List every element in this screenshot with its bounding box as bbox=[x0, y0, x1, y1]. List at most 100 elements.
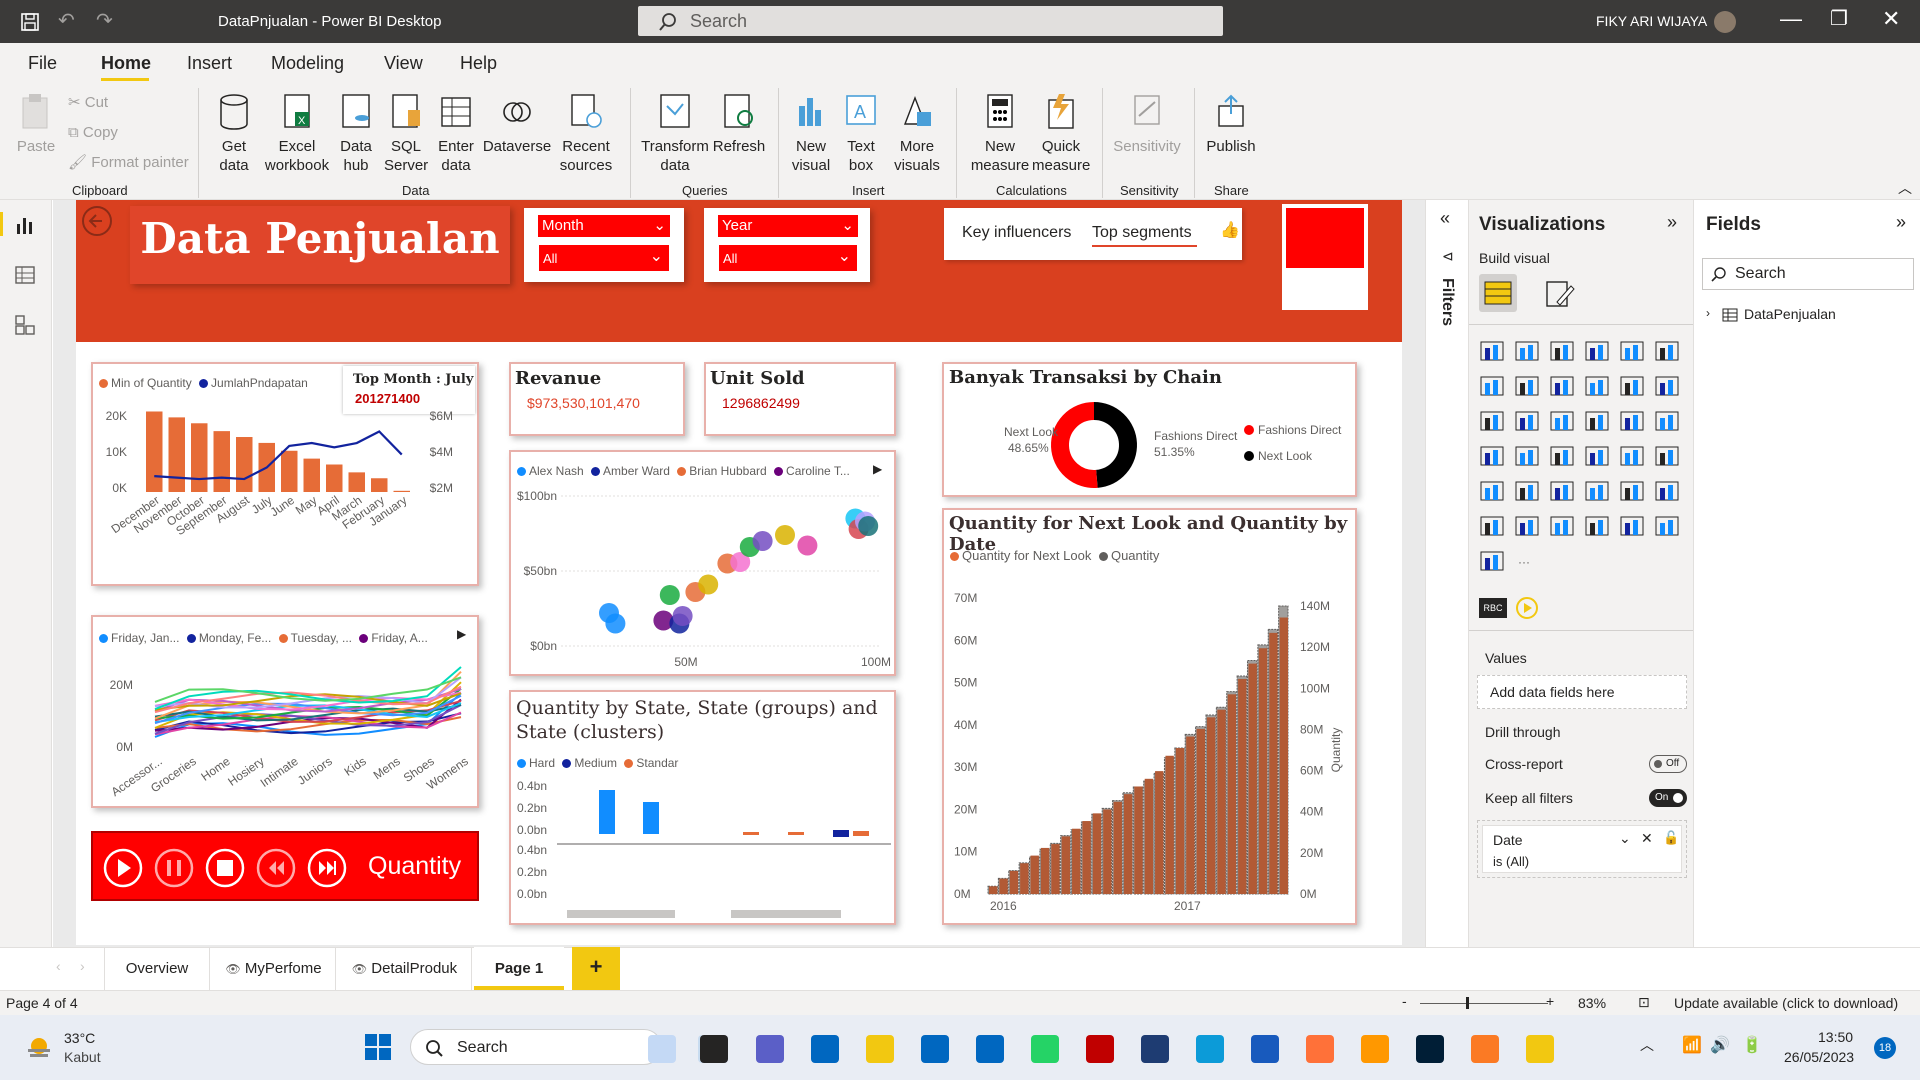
prev-page-icon[interactable]: ‹ bbox=[56, 958, 61, 974]
clear-filter-icon[interactable]: ✕ bbox=[1641, 830, 1653, 847]
file-explorer-icon[interactable] bbox=[866, 1035, 894, 1063]
table-datapenjualan[interactable]: DataPenjualan bbox=[1744, 306, 1836, 322]
zoom-slider[interactable] bbox=[1420, 1003, 1548, 1004]
filters-pane-collapsed[interactable]: « ⊲ Filters bbox=[1425, 200, 1468, 990]
back-arrow-icon[interactable] bbox=[80, 204, 114, 238]
lock-icon[interactable]: 🔓 bbox=[1663, 830, 1679, 846]
fields-search-input[interactable]: Search bbox=[1702, 258, 1914, 290]
tab-detailproduk[interactable]: 👁 DetailProduk bbox=[338, 947, 472, 990]
mcafee-icon[interactable] bbox=[1086, 1035, 1114, 1063]
show-hidden-icons[interactable]: ︿ bbox=[1640, 1035, 1654, 1055]
weather-icon[interactable] bbox=[24, 1033, 54, 1063]
menu-help[interactable]: Help bbox=[460, 53, 497, 74]
play-icon[interactable] bbox=[103, 848, 143, 888]
data-view-icon[interactable] bbox=[14, 264, 36, 286]
quantity-by-state-card[interactable]: Quantity by State, State (groups) and St… bbox=[509, 690, 896, 925]
photoshop-icon[interactable] bbox=[1416, 1035, 1444, 1063]
stop-icon[interactable] bbox=[205, 848, 245, 888]
volume-icon[interactable]: 🔊 bbox=[1710, 1035, 1730, 1055]
sublime-icon[interactable] bbox=[1361, 1035, 1389, 1063]
mail-icon[interactable] bbox=[811, 1035, 839, 1063]
whatsapp-icon[interactable] bbox=[1031, 1035, 1059, 1063]
tab-top-segments[interactable]: Top segments bbox=[1092, 224, 1192, 242]
store-icon[interactable] bbox=[921, 1035, 949, 1063]
month-slicer[interactable]: Month ⌄ All ⌄ bbox=[524, 208, 684, 282]
collapse-fields-icon[interactable]: » bbox=[1896, 212, 1906, 233]
model-view-icon[interactable] bbox=[14, 314, 36, 336]
build-visual-tab[interactable] bbox=[1479, 274, 1517, 312]
clock-time[interactable]: 13:50 bbox=[1818, 1029, 1853, 1045]
more-visuals-button[interactable]: More visuals bbox=[888, 92, 946, 175]
sql-server-button[interactable]: SQL Server bbox=[384, 92, 428, 175]
zoom-level[interactable]: 83% bbox=[1578, 995, 1606, 1011]
word-icon[interactable] bbox=[1251, 1035, 1279, 1063]
recent-sources-button[interactable]: Recent sources bbox=[554, 92, 618, 175]
windows-start-icon[interactable] bbox=[364, 1033, 392, 1061]
tab-myperfome[interactable]: 👁 MyPerfome bbox=[212, 947, 336, 990]
format-painter-button[interactable]: 🖌 Format painter bbox=[68, 153, 189, 172]
copilot-icon[interactable] bbox=[648, 1035, 676, 1063]
tab-page-1[interactable]: Page 1 bbox=[474, 947, 564, 990]
quantity-by-month-card[interactable]: Min of Quantity JumlahPndapatan Top Mont… bbox=[91, 362, 479, 586]
new-measure-button[interactable]: New measure bbox=[966, 92, 1034, 175]
refresh-button[interactable]: Refresh bbox=[712, 92, 766, 156]
thumbs-up-icon[interactable]: 👍 bbox=[1220, 220, 1240, 240]
minimize-icon[interactable]: — bbox=[1780, 6, 1802, 32]
get-data-button[interactable]: Get data bbox=[210, 92, 258, 175]
undo-icon[interactable]: ↶ bbox=[58, 8, 75, 33]
report-view-icon[interactable] bbox=[14, 214, 36, 236]
zoom-out-icon[interactable]: - bbox=[1402, 993, 1407, 1009]
firefox-icon[interactable] bbox=[1306, 1035, 1334, 1063]
restore-icon[interactable]: ❐ bbox=[1830, 6, 1848, 31]
save-icon[interactable] bbox=[20, 12, 40, 32]
custom-visual-icon[interactable]: RBC bbox=[1479, 598, 1507, 618]
year-slicer-dropdown[interactable]: All ⌄ bbox=[718, 244, 858, 272]
sensitivity-button[interactable]: Sensitivity bbox=[1110, 92, 1184, 156]
taskbar-search[interactable]: Search bbox=[410, 1029, 662, 1065]
menu-file[interactable]: File bbox=[28, 53, 57, 74]
next-icon[interactable] bbox=[307, 848, 347, 888]
publish-button[interactable]: Publish bbox=[1202, 92, 1260, 156]
close-icon[interactable]: ✕ bbox=[1882, 6, 1900, 32]
tab-overview[interactable]: Overview bbox=[104, 947, 210, 990]
play-axis[interactable]: Quantity bbox=[91, 831, 479, 901]
paste-button[interactable]: Paste bbox=[14, 92, 58, 156]
wifi-icon[interactable]: 📶 bbox=[1682, 1035, 1702, 1055]
l-app-icon[interactable] bbox=[976, 1035, 1004, 1063]
xampp-icon[interactable] bbox=[1471, 1035, 1499, 1063]
pause-icon[interactable] bbox=[154, 848, 194, 888]
menu-modeling[interactable]: Modeling bbox=[271, 53, 344, 74]
dev-app-icon[interactable] bbox=[1141, 1035, 1169, 1063]
collapse-visualizations-icon[interactable]: » bbox=[1667, 212, 1677, 233]
transactions-by-chain-card[interactable]: Banyak Transaksi by Chain Next Look 48.65… bbox=[942, 362, 1357, 497]
teams-icon[interactable] bbox=[756, 1035, 784, 1063]
date-filter-card[interactable]: Date is (All) ⌄ ✕ 🔓 bbox=[1482, 825, 1682, 873]
next-page-icon[interactable]: › bbox=[80, 958, 85, 974]
zoom-slider-thumb[interactable] bbox=[1466, 997, 1469, 1009]
collapse-ribbon-icon[interactable]: ︿ bbox=[1898, 178, 1912, 198]
fit-page-icon[interactable]: ⊡ bbox=[1638, 994, 1650, 1011]
dataverse-button[interactable]: Dataverse bbox=[482, 92, 552, 156]
excel-workbook-button[interactable]: X Excel workbook bbox=[262, 92, 332, 175]
chevron-down-icon[interactable]: ⌄ bbox=[1619, 830, 1631, 847]
chevron-right-icon[interactable]: › bbox=[1706, 306, 1710, 320]
menu-view[interactable]: View bbox=[384, 53, 423, 74]
cut-button[interactable]: ✂ Cut bbox=[68, 93, 108, 112]
month-slicer-dropdown[interactable]: All ⌄ bbox=[538, 244, 670, 272]
menu-home[interactable]: Home bbox=[101, 53, 151, 74]
menu-insert[interactable]: Insert bbox=[187, 53, 232, 74]
copy-button[interactable]: ⧉ Copy bbox=[68, 123, 118, 142]
previous-icon[interactable] bbox=[256, 848, 296, 888]
clock-date[interactable]: 26/05/2023 bbox=[1784, 1049, 1854, 1065]
transform-data-button[interactable]: Transform data bbox=[640, 92, 710, 175]
keep-filters-toggle[interactable]: On bbox=[1649, 789, 1687, 807]
task-view-icon[interactable] bbox=[700, 1035, 728, 1063]
enter-data-button[interactable]: Enter data bbox=[434, 92, 478, 175]
search-input[interactable]: Search bbox=[638, 6, 1223, 36]
power-bi-icon[interactable] bbox=[1526, 1035, 1554, 1063]
update-available-link[interactable]: Update available (click to download) bbox=[1674, 995, 1898, 1011]
scatter-card[interactable]: Alex Nash Amber Ward Brian Hubbard Carol… bbox=[509, 450, 896, 676]
quantity-by-day-card[interactable]: Friday, Jan... Monday, Fe... Tuesday, ..… bbox=[91, 615, 479, 808]
tab-key-influencers[interactable]: Key influencers bbox=[962, 224, 1071, 242]
key-influencers-visual[interactable]: Key influencers Top segments 👍 bbox=[944, 208, 1242, 260]
